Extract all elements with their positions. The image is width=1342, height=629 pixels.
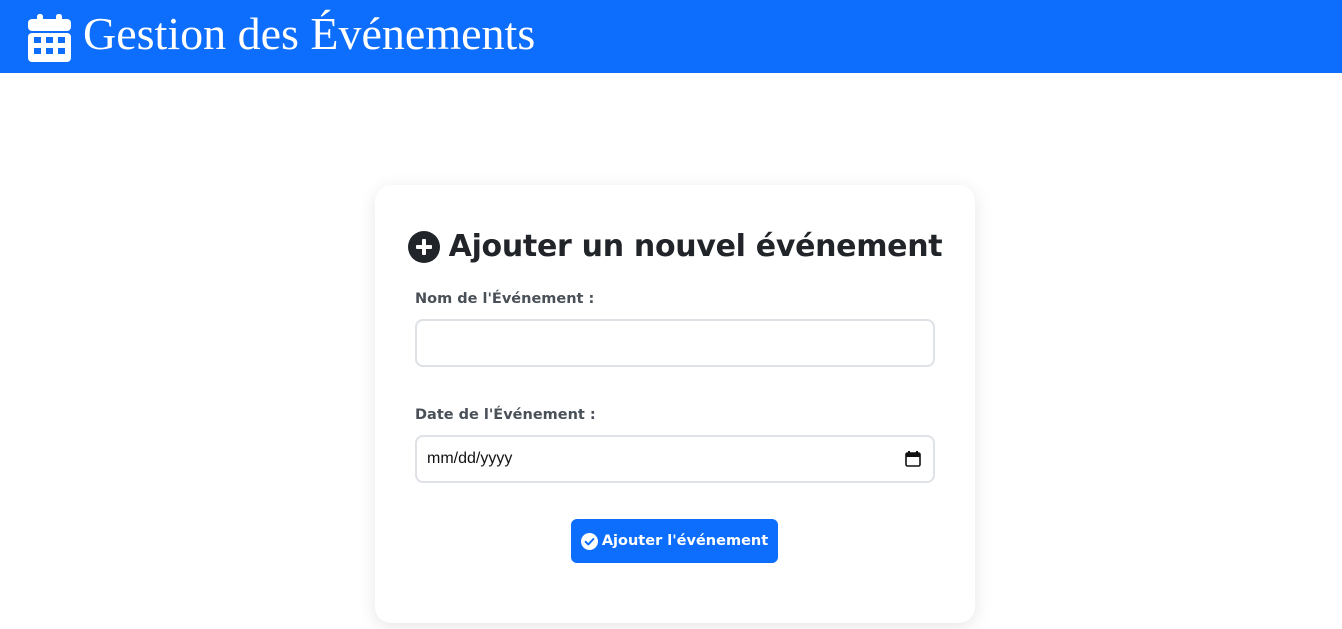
add-event-card: Ajouter un nouvel événement Nom de l'Évé… [375, 185, 975, 623]
calendar-icon [28, 13, 71, 62]
date-placeholder: mm/dd/yyyy [427, 450, 513, 467]
card-title: Ajouter un nouvel événement [375, 229, 975, 264]
add-event-button[interactable]: Ajouter l'événement [571, 519, 778, 563]
event-name-input[interactable] [415, 319, 935, 367]
calendar-small-icon[interactable] [905, 451, 921, 467]
card-title-text: Ajouter un nouvel événement [448, 229, 943, 264]
event-date-label: Date de l'Événement : [415, 407, 596, 423]
event-name-label: Nom de l'Événement : [415, 291, 595, 307]
plus-circle-icon [407, 230, 440, 263]
event-date-input[interactable]: mm/dd/yyyy [415, 435, 935, 483]
app-header: Gestion des Événements [0, 0, 1342, 73]
check-circle-icon [580, 532, 598, 550]
add-event-button-label: Ajouter l'événement [601, 533, 769, 549]
app-title: Gestion des Événements [83, 7, 536, 59]
